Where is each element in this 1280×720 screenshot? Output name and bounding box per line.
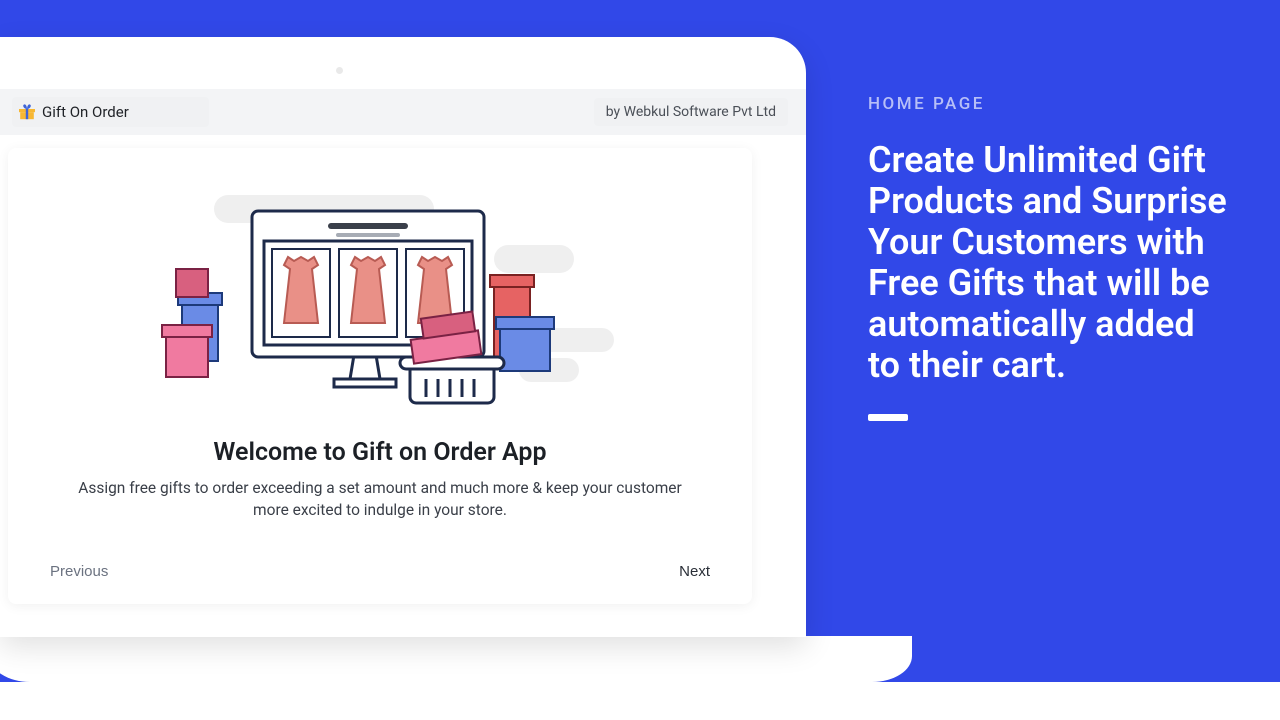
store-gifts-illustration-icon: [154, 183, 616, 415]
sidebar-headline: Create Unlimited Gift Products and Surpr…: [868, 140, 1228, 386]
welcome-illustration: [50, 174, 710, 424]
laptop-base: [0, 636, 912, 682]
welcome-heading: Welcome to Gift on Order App: [50, 438, 710, 467]
app-title-wrap: Gift On Order: [12, 97, 209, 127]
page-bottom-strip: [0, 682, 1280, 720]
sidebar-kicker: HOME PAGE: [868, 94, 1228, 114]
camera-dot-icon: [336, 67, 343, 74]
marketing-sidebar: HOME PAGE Create Unlimited Gift Products…: [868, 94, 1228, 421]
gift-app-icon: [18, 103, 36, 121]
next-button[interactable]: Next: [679, 563, 710, 580]
app-title: Gift On Order: [42, 103, 129, 121]
previous-button[interactable]: Previous: [50, 563, 108, 580]
laptop-frame: Gift On Order by Webkul Software Pvt Ltd: [0, 37, 806, 637]
accent-underline: [868, 414, 908, 421]
app-header-bar: Gift On Order by Webkul Software Pvt Ltd: [0, 89, 806, 135]
welcome-nav: Previous Next: [50, 539, 710, 580]
welcome-subtext: Assign free gifts to order exceeding a s…: [50, 477, 710, 522]
app-byline: by Webkul Software Pvt Ltd: [594, 98, 788, 126]
welcome-card: Welcome to Gift on Order App Assign free…: [8, 148, 752, 604]
